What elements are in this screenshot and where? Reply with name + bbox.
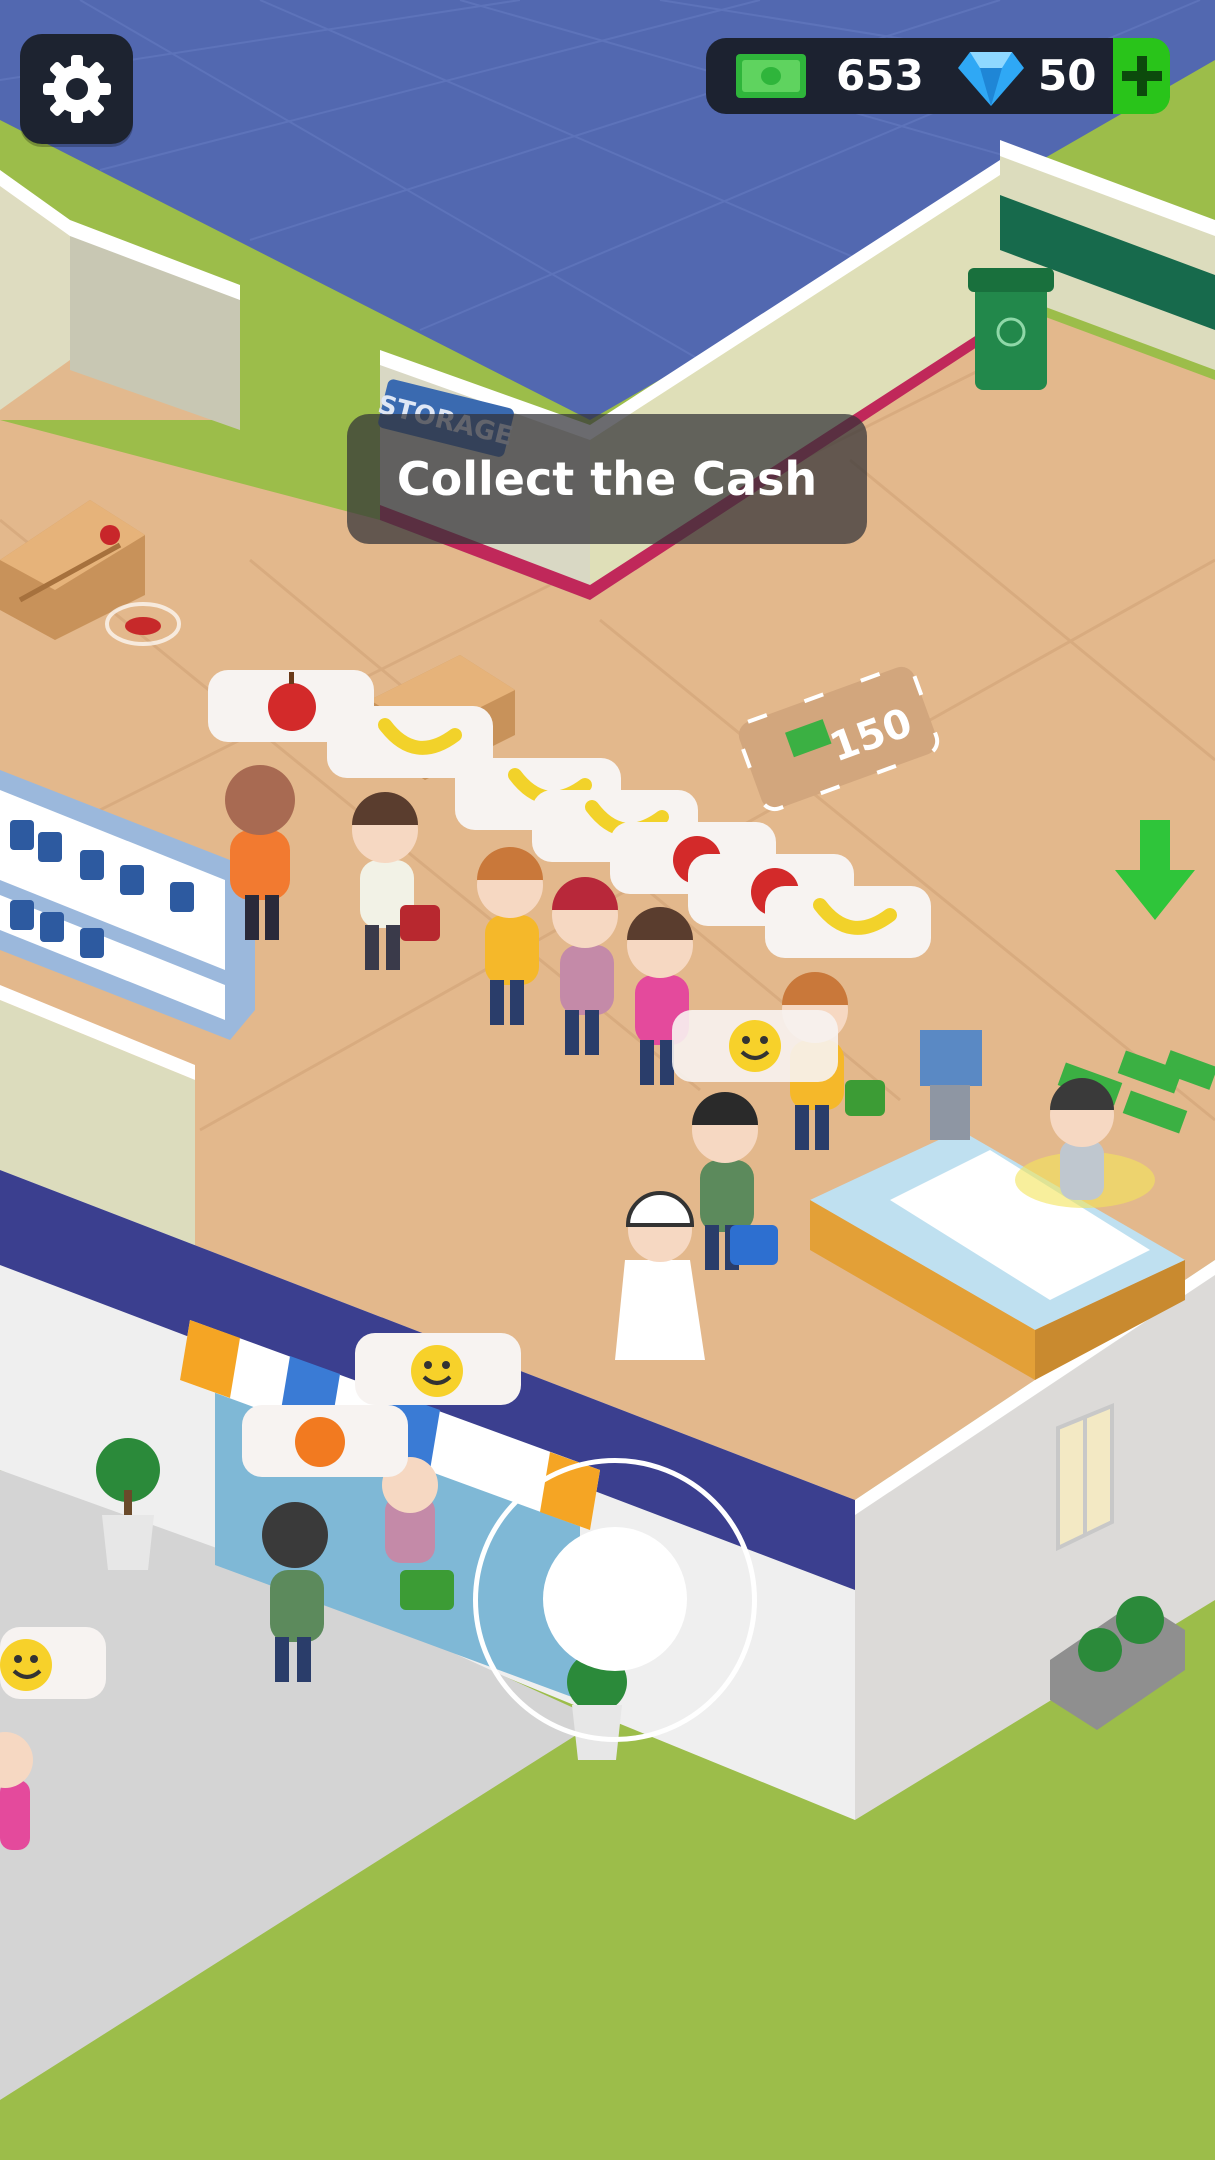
trash-bin <box>968 268 1054 390</box>
gem-amount: 50 <box>1038 51 1097 100</box>
gear-icon <box>42 55 111 123</box>
apple-marker <box>125 617 161 635</box>
bubble-banana-4 <box>765 886 931 958</box>
plus-icon <box>1121 56 1162 96</box>
add-currency-button[interactable] <box>1113 38 1170 114</box>
game-scene[interactable]: STORAGE 150 <box>0 0 1215 2160</box>
settings-button[interactable] <box>20 34 133 144</box>
currency-panel: 653 50 <box>706 38 1170 114</box>
objective-text: Collect the Cash <box>396 452 818 506</box>
bubble-orange <box>242 1405 408 1477</box>
objective-banner: Collect the Cash <box>347 414 867 544</box>
cash-stack-icon <box>736 54 806 98</box>
diamond-icon <box>958 52 1024 106</box>
joystick-knob[interactable] <box>543 1527 687 1671</box>
bubble-smiley-1 <box>672 1010 838 1082</box>
bubble-smiley-2 <box>355 1333 521 1405</box>
bubble-smiley-3 <box>0 1627 106 1699</box>
cash-amount: 653 <box>836 51 924 100</box>
window <box>1056 1403 1114 1552</box>
